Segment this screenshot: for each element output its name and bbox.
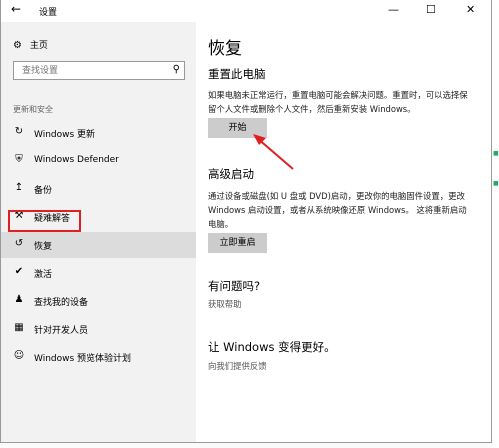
sidebar-item-label: Windows Defender: [34, 155, 119, 165]
sidebar-item-for-developers[interactable]: ▦ 针对开发人员: [1, 316, 196, 342]
search-box[interactable]: ⚲: [13, 61, 185, 80]
sidebar: ⚙ 主页 ⚲ 更新和安全 ↻ Windows 更新 ⛨ Windows Defe…: [1, 22, 196, 442]
sidebar-item-label: Windows 预览体验计划: [34, 354, 132, 364]
sidebar-item-label: 恢复: [34, 242, 53, 252]
sidebar-item-label: 备份: [34, 186, 53, 196]
search-icon[interactable]: ⚲: [173, 64, 180, 75]
sidebar-item-insider-program[interactable]: ☺ Windows 预览体验计划: [1, 344, 196, 370]
developer-icon: ▦: [14, 322, 24, 333]
gear-icon: ⚙: [13, 40, 22, 51]
window-title: 设置: [39, 8, 58, 18]
sidebar-item-label: Windows 更新: [34, 130, 96, 140]
close-button[interactable]: ✕: [466, 3, 475, 16]
title-bar: ← 设置 — ☐ ✕: [1, 0, 491, 22]
refresh-icon: ↻: [14, 126, 24, 137]
help-heading: 有问题吗?: [208, 279, 261, 293]
settings-window: ← 设置 — ☐ ✕ ⚙ 主页 ⚲ 更新和安全 ↻ Windows 更新 ⛨ W…: [0, 0, 492, 443]
smiley-icon: ☺: [13, 350, 25, 361]
sidebar-item-label: 激活: [34, 270, 53, 280]
shield-icon: ⛨: [15, 154, 23, 165]
recovery-highlight-box: [8, 210, 81, 232]
home-label: 主页: [29, 41, 48, 51]
search-input[interactable]: [20, 65, 164, 77]
sidebar-home[interactable]: ⚙ 主页: [13, 38, 48, 51]
check-circle-icon: ✔: [14, 266, 24, 277]
minimize-button[interactable]: —: [388, 3, 399, 16]
sidebar-item-label: 针对开发人员: [34, 326, 89, 336]
history-icon: ↺: [14, 238, 24, 249]
background-strip: ■ ■: [492, 0, 499, 448]
sidebar-item-activation[interactable]: ✔ 激活: [1, 260, 196, 286]
sidebar-item-recovery[interactable]: ↺ 恢复: [1, 232, 196, 258]
person-location-icon: ♟: [14, 294, 24, 305]
page-title: 恢复: [208, 39, 242, 59]
sidebar-item-find-my-device[interactable]: ♟ 查找我的设备: [1, 288, 196, 314]
sidebar-item-backup[interactable]: ↥ 备份: [1, 176, 196, 202]
get-help-link[interactable]: 获取帮助: [208, 298, 242, 310]
back-arrow-icon[interactable]: ←: [11, 2, 21, 16]
sidebar-item-windows-defender[interactable]: ⛨ Windows Defender: [1, 148, 196, 174]
advanced-startup-description: 通过设备或磁盘(如 U 盘或 DVD)启动，更改你的电脑固件设置，更改 Wind…: [208, 191, 467, 229]
annotation-arrow-icon: [253, 134, 294, 170]
upload-arrow-icon: ↥: [14, 182, 24, 193]
reset-heading: 重置此电脑: [208, 67, 266, 81]
sidebar-item-label: 查找我的设备: [34, 298, 89, 308]
maximize-button[interactable]: ☐: [426, 3, 436, 16]
strip-mark: ■: [493, 180, 499, 187]
advanced-startup-heading: 高级启动: [208, 167, 254, 181]
feedback-heading: 让 Windows 变得更好。: [208, 340, 336, 354]
section-label: 更新和安全: [13, 105, 53, 114]
sidebar-item-windows-update[interactable]: ↻ Windows 更新: [1, 120, 196, 146]
reset-description: 如果电脑未正常运行，重置电脑可能会解决问题。重置时，可以选择保留个人文件或删除个…: [208, 90, 468, 114]
strip-mark: ■: [493, 150, 499, 157]
restart-now-button[interactable]: 立即重启: [208, 233, 267, 253]
give-feedback-link[interactable]: 向我们提供反馈: [208, 360, 267, 372]
